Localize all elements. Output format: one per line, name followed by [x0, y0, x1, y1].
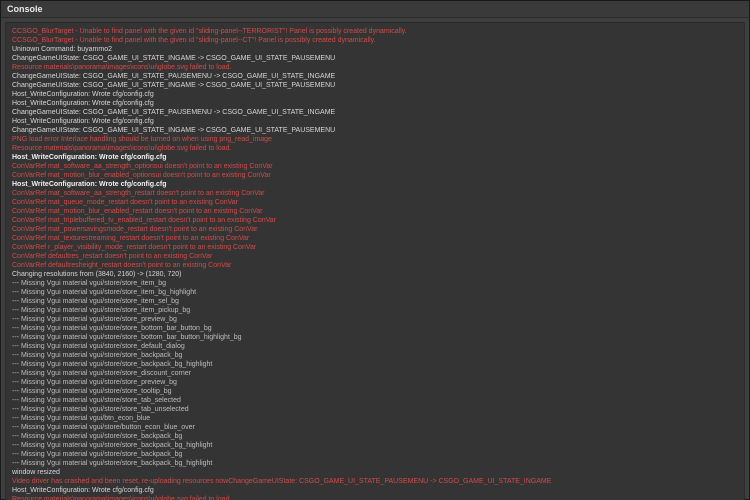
- console-line: Uninown Command: buyammo2: [12, 45, 738, 54]
- console-window: Console CCSGO_BlurTarget - Unable to fin…: [0, 0, 750, 500]
- console-line: Host_WriteConfiguration: Wrote cfg/confi…: [12, 90, 738, 99]
- console-line: Host_WriteConfiguration: Wrote cfg/confi…: [12, 117, 738, 126]
- console-line: --- Missing Vgui material vgui/store/sto…: [12, 360, 738, 369]
- console-line: ConVarRef mat_motion_blur_enabled_restar…: [12, 207, 738, 216]
- console-line: ChangeGameUIState: CSGO_GAME_UI_STATE_PA…: [12, 108, 738, 117]
- console-line: --- Missing Vgui material vgui/store/sto…: [12, 459, 738, 468]
- console-line: CCSGO_BlurTarget - Unable to find panel …: [12, 27, 738, 36]
- console-line: ConVarRef mat_software_aa_strength_optio…: [12, 162, 738, 171]
- output-wrap: CCSGO_BlurTarget - Unable to find panel …: [1, 18, 749, 500]
- console-line: --- Missing Vgui material vgui/store/sto…: [12, 333, 738, 342]
- console-line: Resource materials\panorama\images\icons…: [12, 144, 738, 153]
- console-line: --- Missing Vgui material vgui/store/sto…: [12, 396, 738, 405]
- console-line: PNG load error Interlace handling should…: [12, 135, 738, 144]
- console-line: --- Missing Vgui material vgui/store/but…: [12, 423, 738, 432]
- console-line: --- Missing Vgui material vgui/store/sto…: [12, 297, 738, 306]
- console-line: window resized: [12, 468, 738, 477]
- console-line: --- Missing Vgui material vgui/store/sto…: [12, 378, 738, 387]
- console-line: ChangeGameUIState: CSGO_GAME_UI_STATE_IN…: [12, 126, 738, 135]
- console-line: --- Missing Vgui material vgui/store/sto…: [12, 315, 738, 324]
- console-line: ConVarRef mat_queue_mode_restart doesn't…: [12, 198, 738, 207]
- console-line: CCSGO_BlurTarget - Unable to find panel …: [12, 36, 738, 45]
- console-line: --- Missing Vgui material vgui/store/sto…: [12, 279, 738, 288]
- console-line: Host_WriteConfiguration: Wrote cfg/confi…: [12, 180, 738, 189]
- console-line: --- Missing Vgui material vgui/store/sto…: [12, 450, 738, 459]
- console-line: Host_WriteConfiguration: Wrote cfg/confi…: [12, 99, 738, 108]
- window-title: Console: [1, 1, 749, 18]
- console-line: ChangeGameUIState: CSGO_GAME_UI_STATE_PA…: [12, 72, 738, 81]
- console-line: --- Missing Vgui material vgui/store/sto…: [12, 351, 738, 360]
- console-line: ConVarRef r_player_visibility_mode_resta…: [12, 243, 738, 252]
- console-line: ConVarRef defaultresheight_restart doesn…: [12, 261, 738, 270]
- console-line: ConVarRef mat_powersavingsmode_restart d…: [12, 225, 738, 234]
- console-line: ChangeGameUIState: CSGO_GAME_UI_STATE_IN…: [12, 81, 738, 90]
- console-line: --- Missing Vgui material vgui/store/sto…: [12, 369, 738, 378]
- console-line: --- Missing Vgui material vgui/store/sto…: [12, 342, 738, 351]
- console-line: Host_WriteConfiguration: Wrote cfg/confi…: [12, 153, 738, 162]
- console-line: ConVarRef mat_triplebuffered_tv_enabled_…: [12, 216, 738, 225]
- console-line: Host_WriteConfiguration: Wrote cfg/confi…: [12, 486, 738, 495]
- console-line: --- Missing Vgui material vgui/store/sto…: [12, 387, 738, 396]
- console-line: Changing resolutions from (3840, 2160) -…: [12, 270, 738, 279]
- console-line: --- Missing Vgui material vgui/store/sto…: [12, 432, 738, 441]
- console-line: --- Missing Vgui material vgui/store/sto…: [12, 324, 738, 333]
- console-line: --- Missing Vgui material vgui/store/sto…: [12, 288, 738, 297]
- console-line: Resource materials\panorama\images\icons…: [12, 495, 738, 500]
- console-line: --- Missing Vgui material vgui/store/sto…: [12, 405, 738, 414]
- console-line: ConVarRef mat_software_aa_strength_resta…: [12, 189, 738, 198]
- console-line: --- Missing Vgui material vgui/store/sto…: [12, 441, 738, 450]
- console-line: ConVarRef mat_motion_blur_enabled_option…: [12, 171, 738, 180]
- console-line: --- Missing Vgui material vgui/store/sto…: [12, 306, 738, 315]
- console-line: Video driver has crashed and been reset,…: [12, 477, 738, 486]
- console-line: --- Missing Vgui material vgui/btn_econ_…: [12, 414, 738, 423]
- console-line: ConVarRef defaultres_restart doesn't poi…: [12, 252, 738, 261]
- console-line: Resource materials\panorama\images\icons…: [12, 63, 738, 72]
- console-line: ChangeGameUIState: CSGO_GAME_UI_STATE_IN…: [12, 54, 738, 63]
- console-line: ConVarRef mat_texturestreaming_restart d…: [12, 234, 738, 243]
- console-output[interactable]: CCSGO_BlurTarget - Unable to find panel …: [5, 22, 745, 500]
